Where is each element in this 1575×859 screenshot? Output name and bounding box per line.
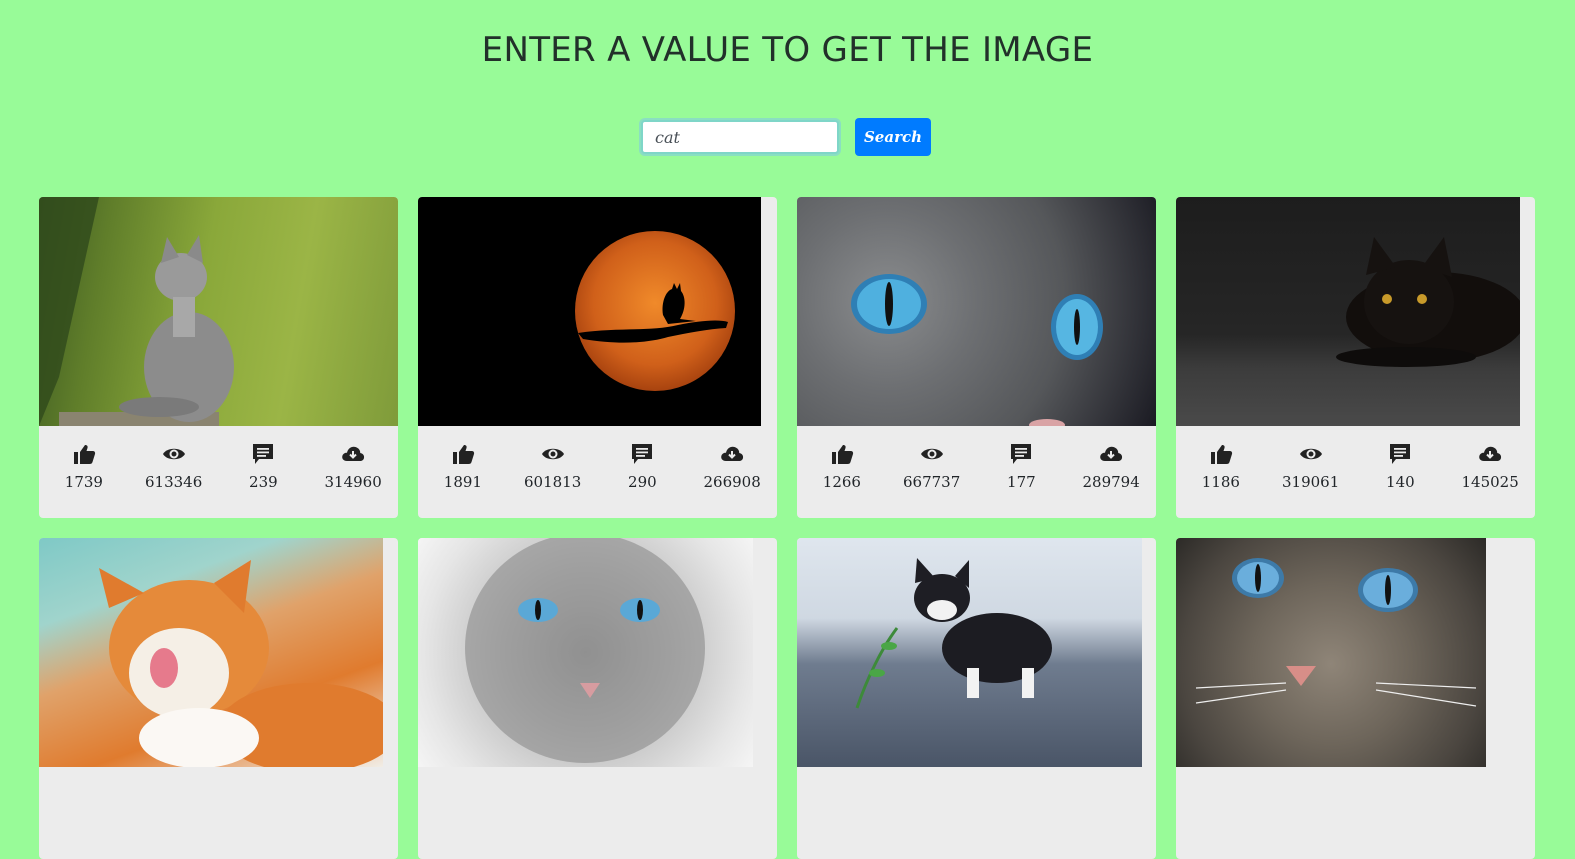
kitten-looking-up-photo[interactable]: [39, 197, 398, 426]
views-count: 667737: [902, 473, 961, 491]
downloads-count: 145025: [1461, 473, 1519, 491]
eye-icon[interactable]: [920, 443, 944, 465]
image-card[interactable]: 1186 319061 140 145025: [1176, 197, 1535, 518]
likes-stat: 1891: [423, 443, 503, 491]
search-input[interactable]: [641, 120, 839, 154]
views-count: 601813: [523, 473, 582, 491]
image-card[interactable]: 1739 613346 239 314960: [39, 197, 398, 518]
comments-stat: 177: [981, 443, 1061, 491]
views-stat: 613346: [134, 443, 214, 491]
comments-count: 177: [1007, 473, 1036, 491]
fluffy-gray-cat-photo[interactable]: [418, 538, 753, 767]
downloads-stat: 145025: [1450, 443, 1530, 491]
card-stats: 1266 667737 177 289794: [797, 443, 1156, 491]
thumbs-up-icon[interactable]: [72, 443, 96, 465]
card-stats: 1739 613346 239 314960: [39, 443, 398, 491]
orange-cat-licking-photo[interactable]: [39, 538, 383, 767]
thumbs-up-icon[interactable]: [830, 443, 854, 465]
cloud-download-icon[interactable]: [1478, 443, 1502, 465]
comments-stat: 140: [1360, 443, 1440, 491]
eye-icon[interactable]: [162, 443, 186, 465]
image-card[interactable]: [797, 538, 1156, 859]
kitten-with-plant-photo[interactable]: [797, 538, 1142, 767]
downloads-stat: 289794: [1071, 443, 1151, 491]
comment-icon[interactable]: [251, 443, 275, 465]
image-card[interactable]: 1266 667737 177 289794: [797, 197, 1156, 518]
comments-count: 140: [1386, 473, 1415, 491]
likes-count: 1266: [822, 473, 861, 491]
views-count: 319061: [1281, 473, 1340, 491]
cat-silhouette-moon-photo[interactable]: [418, 197, 761, 426]
downloads-count: 289794: [1082, 473, 1140, 491]
downloads-count: 266908: [703, 473, 761, 491]
views-stat: 601813: [513, 443, 593, 491]
blue-eyed-cat-closeup-photo[interactable]: [797, 197, 1156, 426]
eye-icon[interactable]: [541, 443, 565, 465]
search-button[interactable]: Search: [855, 118, 931, 156]
thumbs-up-icon[interactable]: [1209, 443, 1233, 465]
image-card[interactable]: [39, 538, 398, 859]
comments-stat: 290: [602, 443, 682, 491]
downloads-stat: 266908: [692, 443, 772, 491]
cloud-download-icon[interactable]: [720, 443, 744, 465]
comment-icon[interactable]: [1009, 443, 1033, 465]
card-stats: 1186 319061 140 145025: [1176, 443, 1535, 491]
tabby-cat-face-photo[interactable]: [1176, 538, 1486, 767]
likes-count: 1891: [443, 473, 482, 491]
comment-icon[interactable]: [1388, 443, 1412, 465]
image-grid: 1739 613346 239 314960 1891 601813 290 2…: [39, 197, 1536, 859]
downloads-count: 314960: [324, 473, 382, 491]
cloud-download-icon[interactable]: [1099, 443, 1123, 465]
image-card[interactable]: [1176, 538, 1535, 859]
downloads-stat: 314960: [313, 443, 393, 491]
views-count: 613346: [144, 473, 203, 491]
comments-stat: 239: [223, 443, 303, 491]
eye-icon[interactable]: [1299, 443, 1323, 465]
search-bar: Search: [641, 118, 931, 156]
views-stat: 667737: [892, 443, 972, 491]
page-title: ENTER A VALUE TO GET THE IMAGE: [481, 30, 1094, 70]
likes-stat: 1739: [44, 443, 124, 491]
comments-count: 290: [628, 473, 657, 491]
black-cat-dark-photo[interactable]: [1176, 197, 1520, 426]
likes-count: 1739: [64, 473, 103, 491]
views-stat: 319061: [1271, 443, 1351, 491]
comments-count: 239: [249, 473, 278, 491]
likes-stat: 1186: [1181, 443, 1261, 491]
card-stats: 1891 601813 290 266908: [418, 443, 777, 491]
likes-count: 1186: [1201, 473, 1240, 491]
likes-stat: 1266: [802, 443, 882, 491]
cloud-download-icon[interactable]: [341, 443, 365, 465]
image-card[interactable]: [418, 538, 777, 859]
image-card[interactable]: 1891 601813 290 266908: [418, 197, 777, 518]
comment-icon[interactable]: [630, 443, 654, 465]
thumbs-up-icon[interactable]: [451, 443, 475, 465]
